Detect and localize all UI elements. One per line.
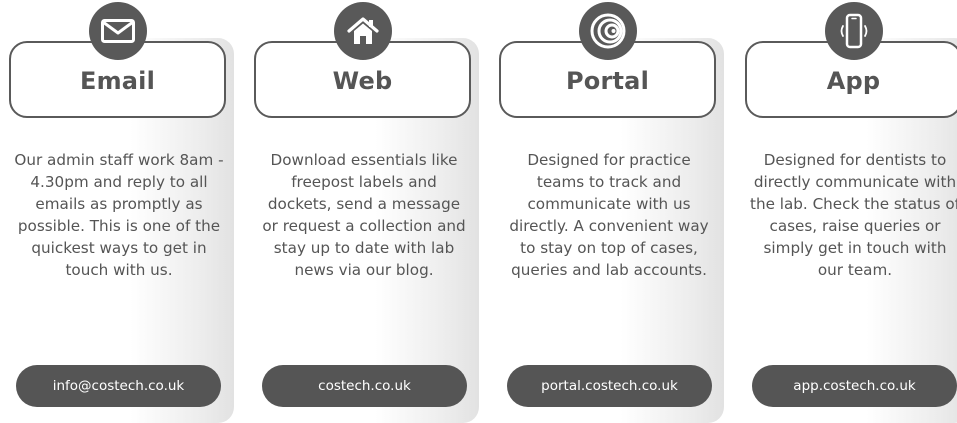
email-link-button[interactable]: info@costech.co.uk — [16, 365, 221, 407]
web-title: Web — [332, 66, 393, 95]
envelope-icon — [89, 2, 147, 60]
portal-icon — [579, 2, 637, 60]
app-title: App — [826, 66, 881, 95]
web-link-button[interactable]: costech.co.uk — [262, 365, 467, 407]
app-link-button[interactable]: app.costech.co.uk — [752, 365, 957, 407]
portal-link-button[interactable]: portal.costech.co.uk — [507, 365, 712, 407]
smartphone-icon — [825, 2, 883, 60]
email-description: Our admin staff work 8am - 4.30pm and re… — [14, 151, 224, 279]
email-title: Email — [79, 66, 156, 95]
portal-description: Designed for practice teams to track and… — [509, 151, 709, 279]
portal-title: Portal — [565, 66, 649, 95]
web-description: Download essentials like freepost labels… — [262, 151, 466, 279]
home-icon — [334, 2, 392, 60]
app-description: Designed for dentists to directly commun… — [750, 151, 957, 279]
